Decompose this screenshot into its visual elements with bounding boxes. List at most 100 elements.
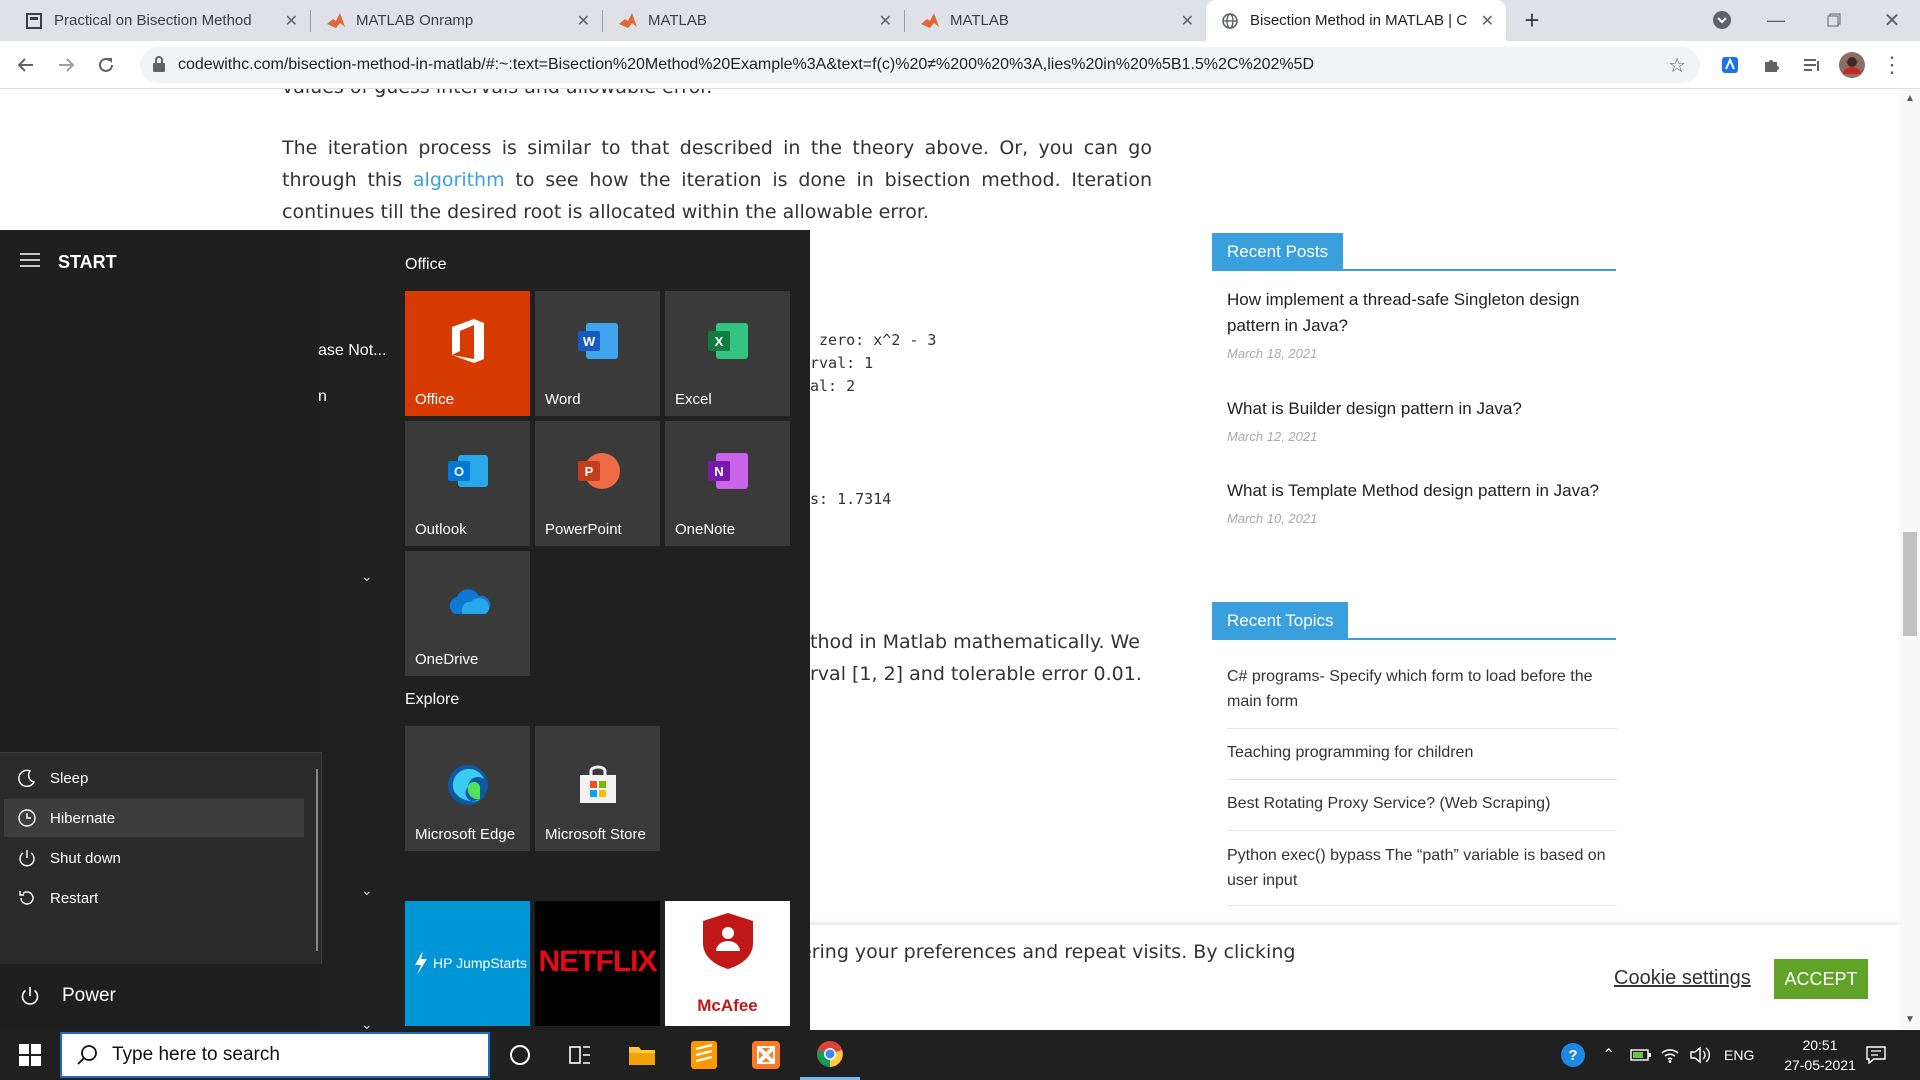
chrome-icon[interactable] [800,1030,860,1080]
heading-label: Recent Topics [1212,602,1349,639]
profile-avatar[interactable] [1836,49,1868,81]
power-icon [21,987,39,1005]
time-text: 20:51 [1802,1037,1838,1053]
tile-label: McAfee [697,996,758,1015]
language-indicator[interactable]: ENG [1724,1030,1754,1080]
powerpoint-icon: P [535,421,660,521]
forward-icon[interactable] [50,49,82,81]
tab-practical-bisection[interactable]: Practical on Bisection Method ✕ [10,0,310,41]
tile-onenote[interactable]: N OneNote [665,421,790,546]
matlab-icon [920,11,940,31]
volume-icon[interactable] [1690,1030,1712,1080]
app-list-item-partial[interactable]: n [318,388,327,406]
tile-label: OneNote [675,521,736,538]
close-icon[interactable]: ✕ [1181,11,1194,31]
extensions-puzzle-icon[interactable] [1756,49,1788,81]
scrollbar-thumb[interactable] [1903,532,1917,636]
scroll-down-arrow[interactable]: ▼ [1905,1014,1915,1025]
recent-topic-link[interactable]: Teaching programming for children [1227,740,1617,765]
tab-matlab-onramp[interactable]: MATLAB Onramp ✕ [312,0,602,41]
tile-office[interactable]: Office [405,291,530,416]
cookie-settings-link[interactable]: Cookie settings [1614,967,1751,990]
hamburger-menu-icon[interactable] [20,252,40,273]
chevron-down-icon[interactable]: ⌄ [361,568,373,585]
task-view-icon[interactable] [550,1030,610,1080]
divider [1227,728,1617,729]
action-center-icon[interactable] [1866,1030,1886,1080]
recent-post-link[interactable]: What is Template Method design pattern i… [1227,478,1617,504]
wifi-icon[interactable] [1660,1030,1680,1080]
power-submenu: Sleep Hibernate Shut down Restart [0,752,322,964]
restart-option[interactable]: Restart [4,879,304,917]
close-icon[interactable]: ✕ [1481,11,1494,31]
windows-logo-icon [19,1044,41,1066]
close-window-button[interactable]: ✕ [1876,4,1908,36]
shutdown-option[interactable]: Shut down [4,839,304,877]
restore-window-button[interactable] [1818,4,1850,36]
minimize-window-button[interactable]: — [1760,4,1792,36]
close-icon[interactable]: ✕ [285,11,298,31]
tile-powerpoint[interactable]: P PowerPoint [535,421,660,546]
tile-netflix[interactable]: NETFLIX [535,901,660,1026]
tile-label: Excel [675,391,712,408]
tile-group-office[interactable]: Office [405,256,447,274]
windows-start-button[interactable] [0,1030,60,1080]
show-hidden-icons-chevron-icon[interactable]: ⌃ [1602,1030,1615,1080]
tab-title: Bisection Method in MATLAB | C [1250,12,1468,29]
power-label: Power [62,985,116,1006]
page-scrollbar[interactable]: ▲ ▼ [1900,89,1920,1029]
start-title: START [58,252,117,272]
tile-label: Microsoft Edge [415,826,516,843]
algorithm-link[interactable]: algorithm [413,169,505,191]
tile-hp-jumpstarts[interactable]: HP JumpStarts [405,901,530,1026]
cortana-icon[interactable] [490,1030,550,1080]
close-icon[interactable]: ✕ [879,11,892,31]
tile-word[interactable]: W Word [535,291,660,416]
scroll-up-arrow[interactable]: ▲ [1905,93,1915,104]
chevron-down-icon[interactable]: ⌄ [361,882,373,899]
address-bar[interactable]: codewithc.com/bisection-method-in-matlab… [140,47,1700,83]
new-tab-button[interactable]: + [1516,4,1548,36]
file-explorer-icon[interactable] [612,1030,672,1080]
clock[interactable]: 20:51 27-05-2021 [1772,1030,1868,1080]
app-list-item-partial[interactable]: ase Not... [318,342,386,360]
tile-mcafee[interactable]: McAfee [665,901,790,1026]
tile-outlook[interactable]: O Outlook [405,421,530,546]
battery-icon[interactable] [1630,1030,1652,1080]
reload-icon[interactable] [90,49,122,81]
taskbar-search-box[interactable]: Type here to search [60,1032,490,1078]
recent-topic-link[interactable]: Best Rotating Proxy Service? (Web Scrapi… [1227,791,1617,816]
reading-list-icon[interactable] [1796,49,1828,81]
tile-microsoft-edge[interactable]: Microsoft Edge [405,726,530,851]
svg-text:N: N [714,464,723,479]
sleep-option[interactable]: Sleep [4,759,304,797]
code-output-line: al: 2 [810,377,856,395]
tile-onedrive[interactable]: OneDrive [405,551,530,676]
tab-bisection-codewithc[interactable]: Bisection Method in MATLAB | C ✕ [1206,0,1506,41]
extension-icon[interactable] [1714,49,1746,81]
browser-menu-icon[interactable]: ⋮ [1876,49,1908,81]
power-button[interactable]: Power [20,985,116,1007]
lock-icon[interactable] [152,56,166,77]
tab-matlab-1[interactable]: MATLAB ✕ [604,0,904,41]
tile-excel[interactable]: X Excel [665,291,790,416]
back-icon[interactable] [10,49,42,81]
submenu-scrollbar[interactable] [316,769,318,951]
recent-topic-link[interactable]: Python exec() bypass The “path” variable… [1227,843,1617,893]
tab-separator [310,10,311,32]
help-icon[interactable]: ? [1560,1030,1586,1080]
article-top-fragment: values of guess intervals and allowable … [282,89,1152,103]
tile-microsoft-store[interactable]: Microsoft Store [535,726,660,851]
hibernate-option[interactable]: Hibernate [4,799,304,837]
recent-post-link[interactable]: What is Builder design pattern in Java? [1227,396,1617,422]
recent-post-link[interactable]: How implement a thread-safe Singleton de… [1227,287,1617,339]
recent-topic-link[interactable]: C# programs- Specify which form to load … [1227,664,1617,714]
tab-matlab-2[interactable]: MATLAB ✕ [906,0,1206,41]
bookmark-star-icon[interactable]: ☆ [1668,53,1686,78]
tile-group-explore[interactable]: Explore [405,691,459,709]
tab-search-icon[interactable] [1706,4,1738,36]
sublime-text-icon[interactable] [674,1030,734,1080]
accept-button[interactable]: ACCEPT [1774,959,1868,999]
close-icon[interactable]: ✕ [577,11,590,31]
xampp-icon[interactable] [736,1030,796,1080]
